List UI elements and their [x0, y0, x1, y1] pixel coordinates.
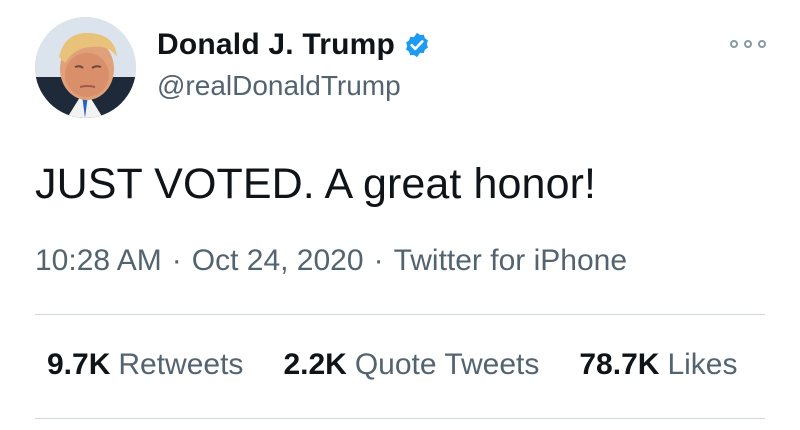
display-name[interactable]: Donald J. Trump	[157, 28, 395, 62]
retweets-count: 9.7K	[47, 348, 111, 381]
avatar[interactable]	[35, 17, 136, 118]
divider	[35, 418, 765, 419]
retweets-label: Retweets	[118, 348, 244, 381]
more-dot	[744, 40, 752, 48]
tweet-time[interactable]: 10:28 AM	[35, 244, 162, 277]
tweet-text: JUST VOTED. A great honor!	[35, 160, 597, 208]
more-dot	[730, 40, 738, 48]
tweet-source[interactable]: Twitter for iPhone	[394, 244, 627, 277]
more-dot	[758, 40, 766, 48]
meta-separator: ·	[373, 244, 384, 277]
tweet-date[interactable]: Oct 24, 2020	[192, 244, 364, 277]
profile-photo-icon	[35, 17, 136, 118]
quote-tweets-label: Quote Tweets	[354, 348, 540, 381]
more-options-icon[interactable]	[730, 34, 766, 54]
likes-stat[interactable]: 78.7K Likes	[579, 348, 737, 382]
quote-tweets-stat[interactable]: 2.2K Quote Tweets	[283, 348, 539, 382]
quote-tweets-count: 2.2K	[283, 348, 347, 381]
retweets-stat[interactable]: 9.7K Retweets	[47, 348, 243, 382]
likes-label: Likes	[667, 348, 738, 381]
verified-badge-icon	[403, 31, 431, 59]
likes-count: 78.7K	[579, 348, 660, 381]
user-name-row: Donald J. Trump	[157, 28, 431, 62]
tweet-meta: 10:28 AM · Oct 24, 2020 · Twitter for iPhone	[35, 244, 627, 278]
divider	[35, 314, 765, 315]
tweet-stats: 9.7K Retweets 2.2K Quote Tweets 78.7K Li…	[47, 348, 737, 382]
meta-separator: ·	[171, 244, 182, 277]
user-handle[interactable]: @realDonaldTrump	[157, 70, 401, 102]
